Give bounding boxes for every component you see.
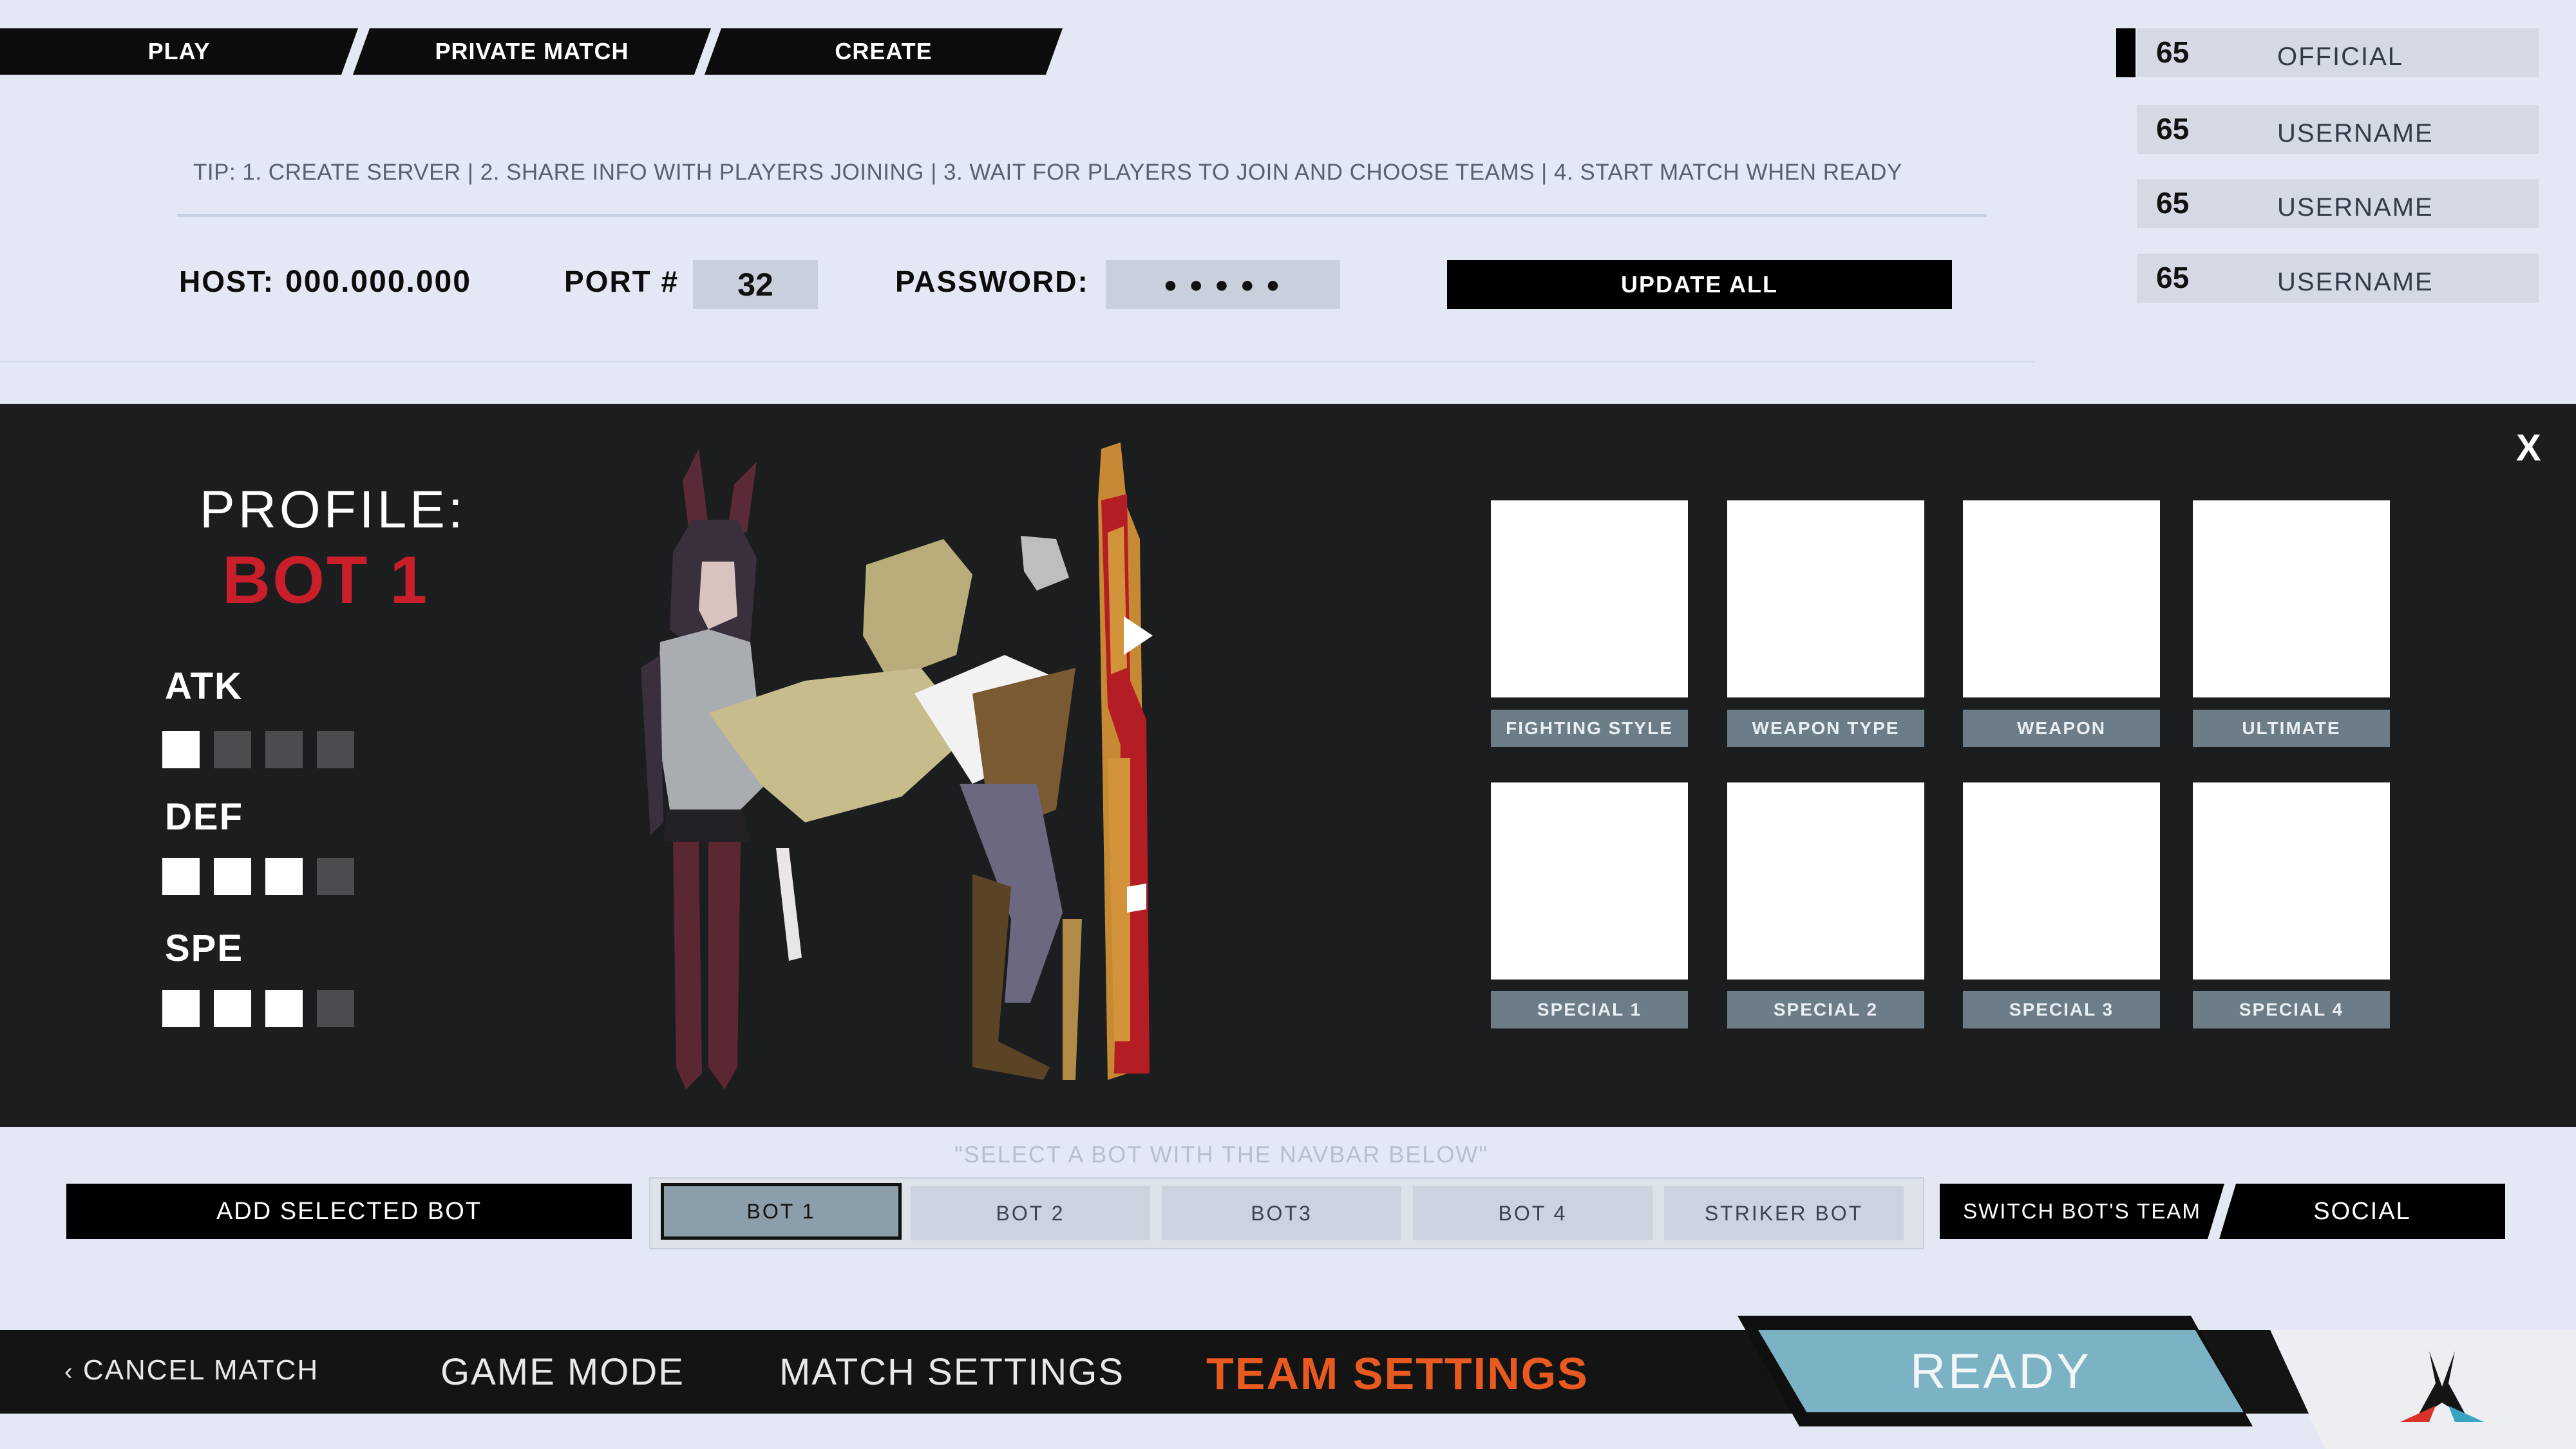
stat-pip xyxy=(317,990,354,1027)
roster-name: OFFICIAL xyxy=(2277,43,2404,71)
stat-pip xyxy=(317,731,354,768)
stat-label-atk: ATK xyxy=(165,665,243,707)
stat-pips-atk xyxy=(162,731,362,770)
slot-ultimate[interactable] xyxy=(2193,500,2390,697)
slot-label: WEAPON TYPE xyxy=(1727,710,1924,747)
setup-tip: TIP: 1. CREATE SERVER | 2. SHARE INFO WI… xyxy=(193,160,1902,185)
port-field[interactable]: 32 xyxy=(693,260,818,309)
bot-tab-3[interactable]: BOT3 xyxy=(1162,1186,1401,1240)
roster-level: 65 xyxy=(2156,186,2190,220)
header-divider xyxy=(0,361,2035,363)
roster-selected-marker xyxy=(2116,28,2136,77)
slot-special-4[interactable] xyxy=(2193,782,2390,980)
slot-label: SPECIAL 1 xyxy=(1491,991,1688,1028)
switch-bot-team-button[interactable]: SWITCH BOT'S TEAM xyxy=(1940,1184,2224,1239)
stat-label-def: DEF xyxy=(165,796,243,838)
tab-play[interactable]: PLAY xyxy=(0,28,358,75)
slot-weapon-type[interactable] xyxy=(1727,500,1924,697)
stat-pip xyxy=(317,858,354,895)
nav-team-settings[interactable]: TEAM SETTINGS xyxy=(1206,1348,1589,1399)
profile-bot-name: BOT 1 xyxy=(222,543,430,618)
cancel-match-label: CANCEL MATCH xyxy=(82,1354,319,1386)
port-label: PORT # xyxy=(564,265,679,298)
tab-private-match[interactable]: PRIVATE MATCH xyxy=(353,28,711,75)
nav-match-settings[interactable]: MATCH SETTINGS xyxy=(779,1350,1124,1394)
bot-profile-panel: X PROFILE: BOT 1 ATK DEF SPE FIGHTING ST… xyxy=(0,404,2576,1127)
stat-pip xyxy=(265,858,303,895)
stat-pips-def xyxy=(162,858,362,896)
stat-pip xyxy=(214,990,251,1027)
password-label: PASSWORD: xyxy=(895,265,1089,298)
host-value: 000.000.000 xyxy=(285,265,471,299)
tip-underline xyxy=(177,214,1987,217)
slot-label: FIGHTING STYLE xyxy=(1491,710,1688,747)
bot-tab-2[interactable]: BOT 2 xyxy=(911,1186,1150,1240)
slot-special-2[interactable] xyxy=(1727,782,1924,980)
slot-special-3[interactable] xyxy=(1963,782,2160,980)
slot-weapon[interactable] xyxy=(1963,500,2160,697)
roster-level: 65 xyxy=(2156,261,2190,294)
roster-level: 65 xyxy=(2156,112,2190,146)
bot-tab-striker[interactable]: STRIKER BOT xyxy=(1664,1186,1904,1240)
close-icon[interactable]: X xyxy=(2516,426,2541,469)
roster-level: 65 xyxy=(2156,35,2190,69)
roster-name: USERNAME xyxy=(2277,268,2434,296)
bot-tab-1[interactable]: BOT 1 xyxy=(661,1183,902,1240)
password-field[interactable]: ● ● ● ● ● xyxy=(1106,260,1340,309)
bot-navbar: BOT 1 BOT 2 BOT3 BOT 4 STRIKER BOT xyxy=(649,1177,1924,1249)
stat-pip xyxy=(265,731,303,768)
chevron-left-icon: ‹ xyxy=(64,1358,74,1385)
add-selected-bot-button[interactable]: ADD SELECTED BOT xyxy=(66,1184,632,1239)
bot-tab-4[interactable]: BOT 4 xyxy=(1413,1186,1653,1240)
stat-label-spe: SPE xyxy=(165,927,244,969)
bot-select-hint: "SELECT A BOT WITH THE NAVBAR BELOW" xyxy=(954,1141,1489,1168)
stat-pips-spe xyxy=(162,990,362,1028)
stat-pip xyxy=(214,731,251,768)
tall-wooden-shield xyxy=(1098,442,1153,1080)
stat-pip xyxy=(265,990,303,1027)
hooded-warrior-figure xyxy=(708,536,1082,1080)
social-button[interactable]: SOCIAL xyxy=(2219,1184,2505,1239)
stat-pip xyxy=(214,858,251,895)
nav-game-mode[interactable]: GAME MODE xyxy=(440,1350,685,1394)
slot-label: SPECIAL 2 xyxy=(1727,991,1924,1028)
stat-pip xyxy=(162,858,200,895)
roster-name: USERNAME xyxy=(2277,193,2434,222)
stat-pip xyxy=(162,990,200,1027)
slot-special-1[interactable] xyxy=(1491,782,1688,980)
roster-row[interactable]: 65 USERNAME xyxy=(2137,179,2539,228)
roster-row[interactable]: 65 USERNAME xyxy=(2137,254,2539,303)
profile-title: PROFILE: xyxy=(200,480,466,539)
roster-row[interactable]: 65 OFFICIAL xyxy=(2137,28,2539,77)
slot-fighting-style[interactable] xyxy=(1491,500,1688,697)
game-logo-icon xyxy=(2400,1351,2484,1422)
host-label: HOST: xyxy=(179,265,274,298)
slot-label: SPECIAL 4 xyxy=(2193,991,2390,1028)
roster-name: USERNAME xyxy=(2277,119,2434,147)
top-tab-bar: PLAY PRIVATE MATCH CREATE xyxy=(0,28,1063,75)
bot-character-art xyxy=(641,442,1153,1090)
update-all-button[interactable]: UPDATE ALL xyxy=(1447,260,1952,309)
cancel-match-button[interactable]: ‹ CANCEL MATCH xyxy=(64,1354,319,1387)
slot-label: ULTIMATE xyxy=(2193,710,2390,747)
roster-row[interactable]: 65 USERNAME xyxy=(2137,105,2539,154)
ready-button[interactable]: READY xyxy=(1758,1330,2244,1412)
stat-pip xyxy=(162,731,200,768)
tab-create[interactable]: CREATE xyxy=(705,28,1063,75)
slot-label: SPECIAL 3 xyxy=(1963,991,2160,1028)
slot-label: WEAPON xyxy=(1963,710,2160,747)
